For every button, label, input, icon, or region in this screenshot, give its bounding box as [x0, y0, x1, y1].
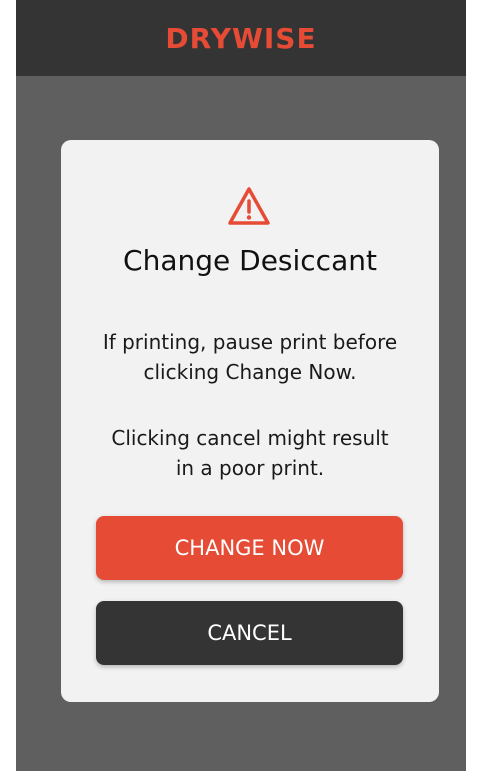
message-line: If printing, pause print before [102, 330, 398, 354]
app-screen: DRYWISE Change Desiccant If printing, pa… [16, 0, 466, 771]
cancel-button[interactable]: CANCEL [96, 601, 403, 665]
dialog-message-warning: Clicking cancel might result in a poor p… [81, 423, 419, 483]
message-line: clicking Change Now. [143, 360, 357, 384]
change-desiccant-dialog: Change Desiccant If printing, pause prin… [61, 140, 439, 702]
dialog-title: Change Desiccant [123, 244, 377, 277]
brand-logo: DRYWISE [165, 21, 317, 55]
warning-triangle-icon [228, 187, 270, 225]
message-line: Clicking cancel might result [111, 426, 389, 450]
message-line: in a poor print. [175, 456, 325, 480]
change-now-button[interactable]: CHANGE NOW [96, 516, 403, 580]
top-bar: DRYWISE [16, 0, 466, 76]
dialog-message-pause: If printing, pause print before clicking… [81, 327, 419, 387]
